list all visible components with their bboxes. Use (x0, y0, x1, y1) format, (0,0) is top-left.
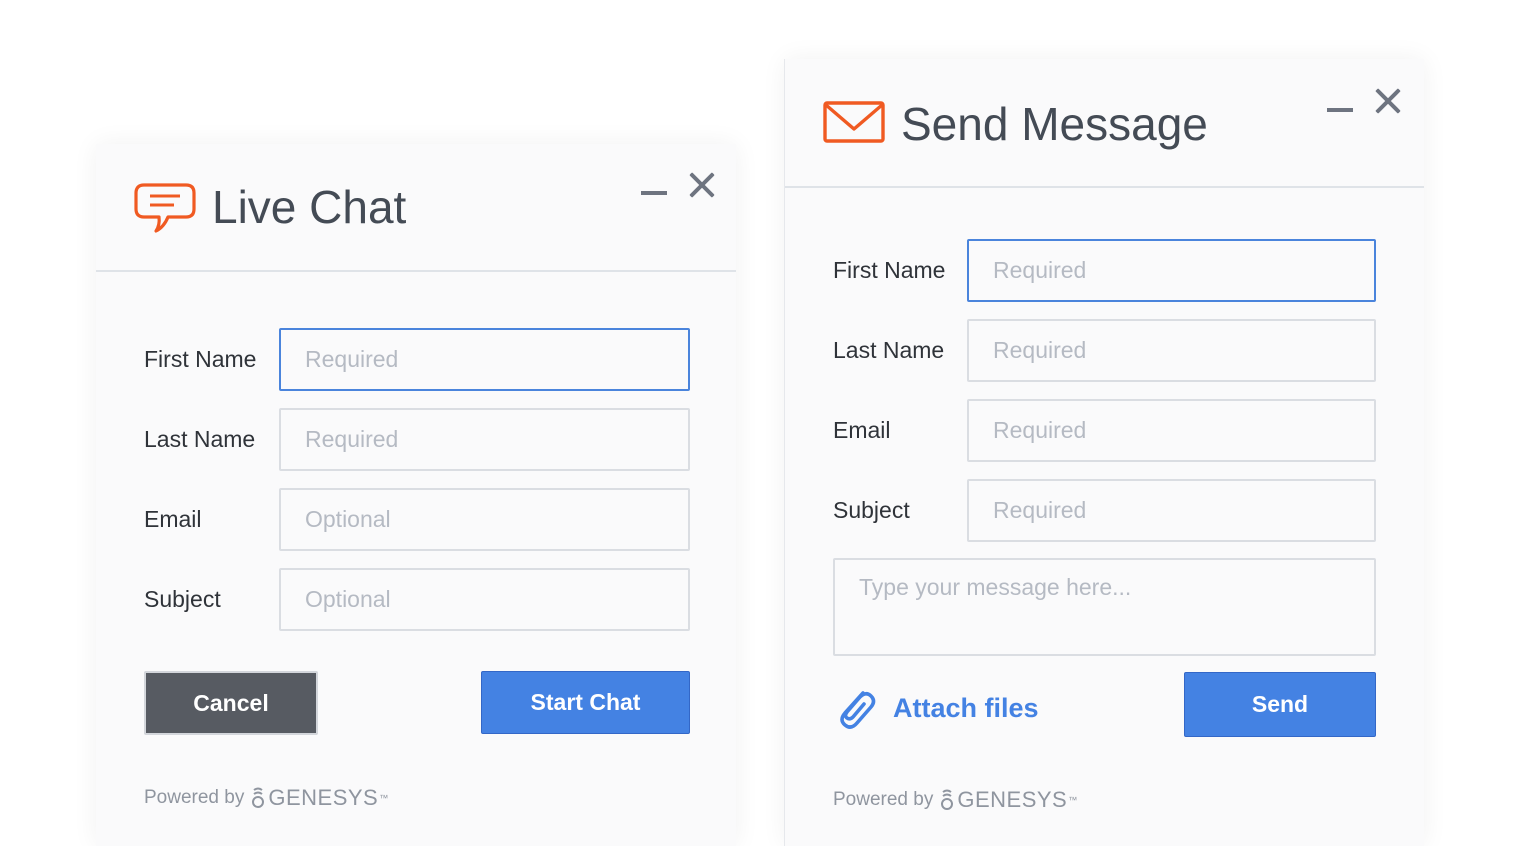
genesys-logo-icon (252, 787, 265, 808)
powered-by: Powered by GENESYS ™ (833, 787, 1078, 812)
subject-input[interactable] (279, 568, 690, 631)
email-label: Email (144, 506, 202, 532)
first-name-label: First Name (833, 257, 946, 283)
first-name-label: First Name (144, 346, 257, 372)
first-name-input[interactable] (279, 328, 690, 391)
genesys-brand: GENESYS (268, 785, 379, 810)
last-name-input[interactable] (279, 408, 690, 471)
message-textarea[interactable] (833, 558, 1376, 656)
chat-bubble-icon (134, 183, 196, 233)
send-message-header: Send Message (785, 59, 1424, 188)
subject-input[interactable] (967, 479, 1376, 542)
live-chat-window: Live Chat First Name Last Name Email Sub… (96, 144, 736, 846)
attach-files-label: Attach files (893, 692, 1039, 723)
last-name-label: Last Name (144, 426, 256, 452)
email-input[interactable] (967, 399, 1376, 462)
powered-by-text: Powered by (833, 789, 934, 810)
minimize-icon[interactable] (641, 191, 667, 195)
genesys-logo-icon (941, 789, 954, 810)
send-message-title: Send Message (901, 98, 1208, 150)
paperclip-icon (840, 691, 876, 729)
close-icon[interactable] (688, 171, 716, 199)
start-chat-button[interactable]: Start Chat (481, 671, 690, 734)
send-message-window: Send Message First Name Last Name Email … (784, 59, 1424, 846)
subject-label: Subject (144, 586, 221, 612)
powered-by-text: Powered by (144, 787, 245, 808)
last-name-label: Last Name (833, 337, 945, 363)
subject-label: Subject (833, 497, 910, 523)
cancel-button[interactable]: Cancel (144, 671, 318, 735)
live-chat-title: Live Chat (212, 181, 407, 233)
attach-files-button[interactable]: Attach files (833, 683, 1039, 733)
close-icon[interactable] (1374, 87, 1402, 115)
live-chat-header: Live Chat (96, 144, 736, 272)
first-name-input[interactable] (967, 239, 1376, 302)
envelope-icon (823, 101, 885, 143)
email-label: Email (833, 417, 891, 443)
last-name-input[interactable] (967, 319, 1376, 382)
email-input[interactable] (279, 488, 690, 551)
powered-by: Powered by GENESYS ™ (144, 785, 389, 810)
minimize-icon[interactable] (1327, 108, 1353, 112)
genesys-brand: GENESYS (957, 787, 1068, 812)
send-button[interactable]: Send (1184, 672, 1376, 737)
